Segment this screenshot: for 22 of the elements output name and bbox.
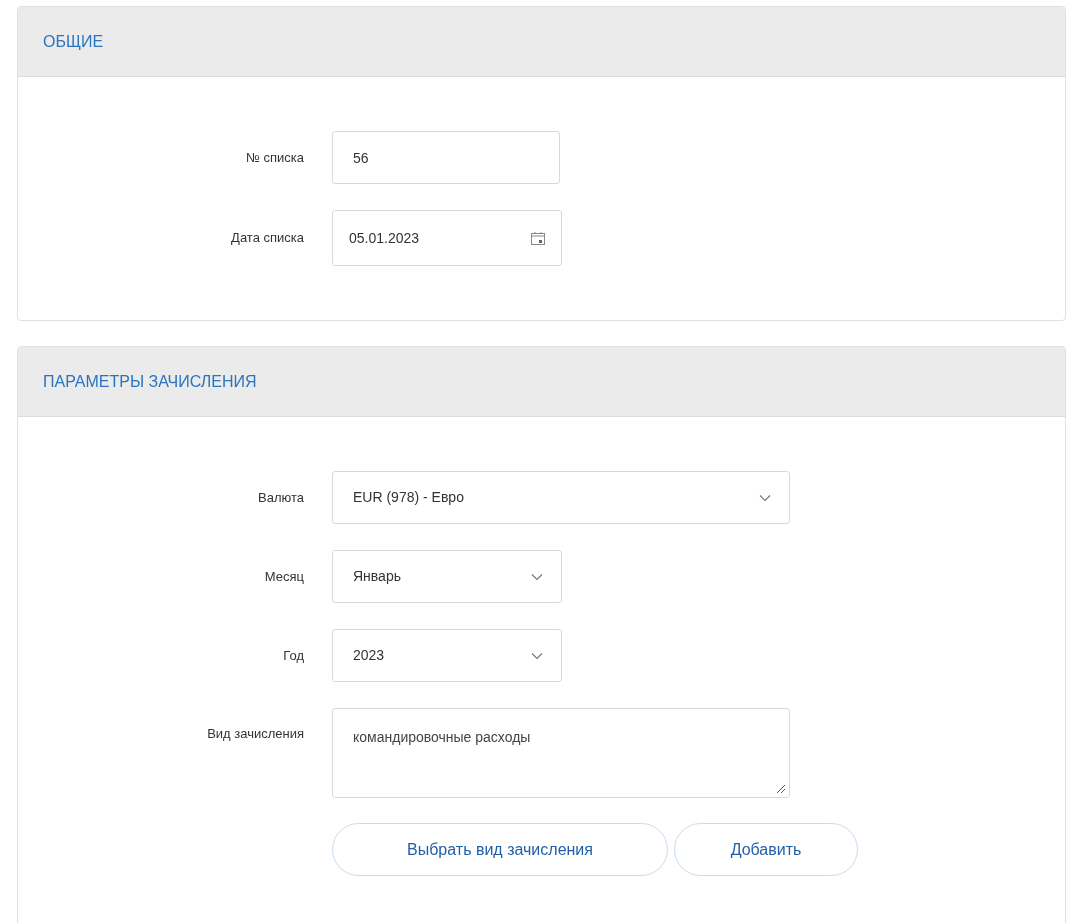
action-button[interactable]: Добавить — [674, 823, 858, 876]
action-button[interactable]: Выбрать вид зачисления — [332, 823, 668, 876]
select-dropdown[interactable]: EUR (978) - Евро — [332, 471, 790, 524]
resize-handle-icon[interactable] — [776, 784, 786, 794]
field-label: Вид зачисления — [207, 725, 304, 743]
text-field[interactable]: 56 — [332, 131, 560, 184]
select-dropdown[interactable]: Январь — [332, 550, 562, 603]
field-label: Год — [283, 646, 304, 665]
date-field[interactable]: 05.01.2023 — [332, 210, 562, 266]
section-title: ПАРАМЕТРЫ ЗАЧИСЛЕНИЯ — [43, 371, 257, 392]
chevron-down-icon — [531, 572, 543, 581]
chevron-down-icon — [531, 651, 543, 660]
select-dropdown[interactable]: 2023 — [332, 629, 562, 682]
field-label: Валюта — [258, 488, 304, 507]
field-label: Дата списка — [231, 229, 304, 248]
field-label: Месяц — [264, 567, 304, 586]
chevron-down-icon — [759, 493, 771, 502]
calendar-icon[interactable] — [531, 231, 545, 245]
field-label: № списка — [245, 148, 304, 167]
text-area[interactable]: командировочные расходы — [332, 708, 790, 798]
section-title: ОБЩИЕ — [43, 31, 104, 52]
date-value: 05.01.2023 — [349, 228, 420, 248]
